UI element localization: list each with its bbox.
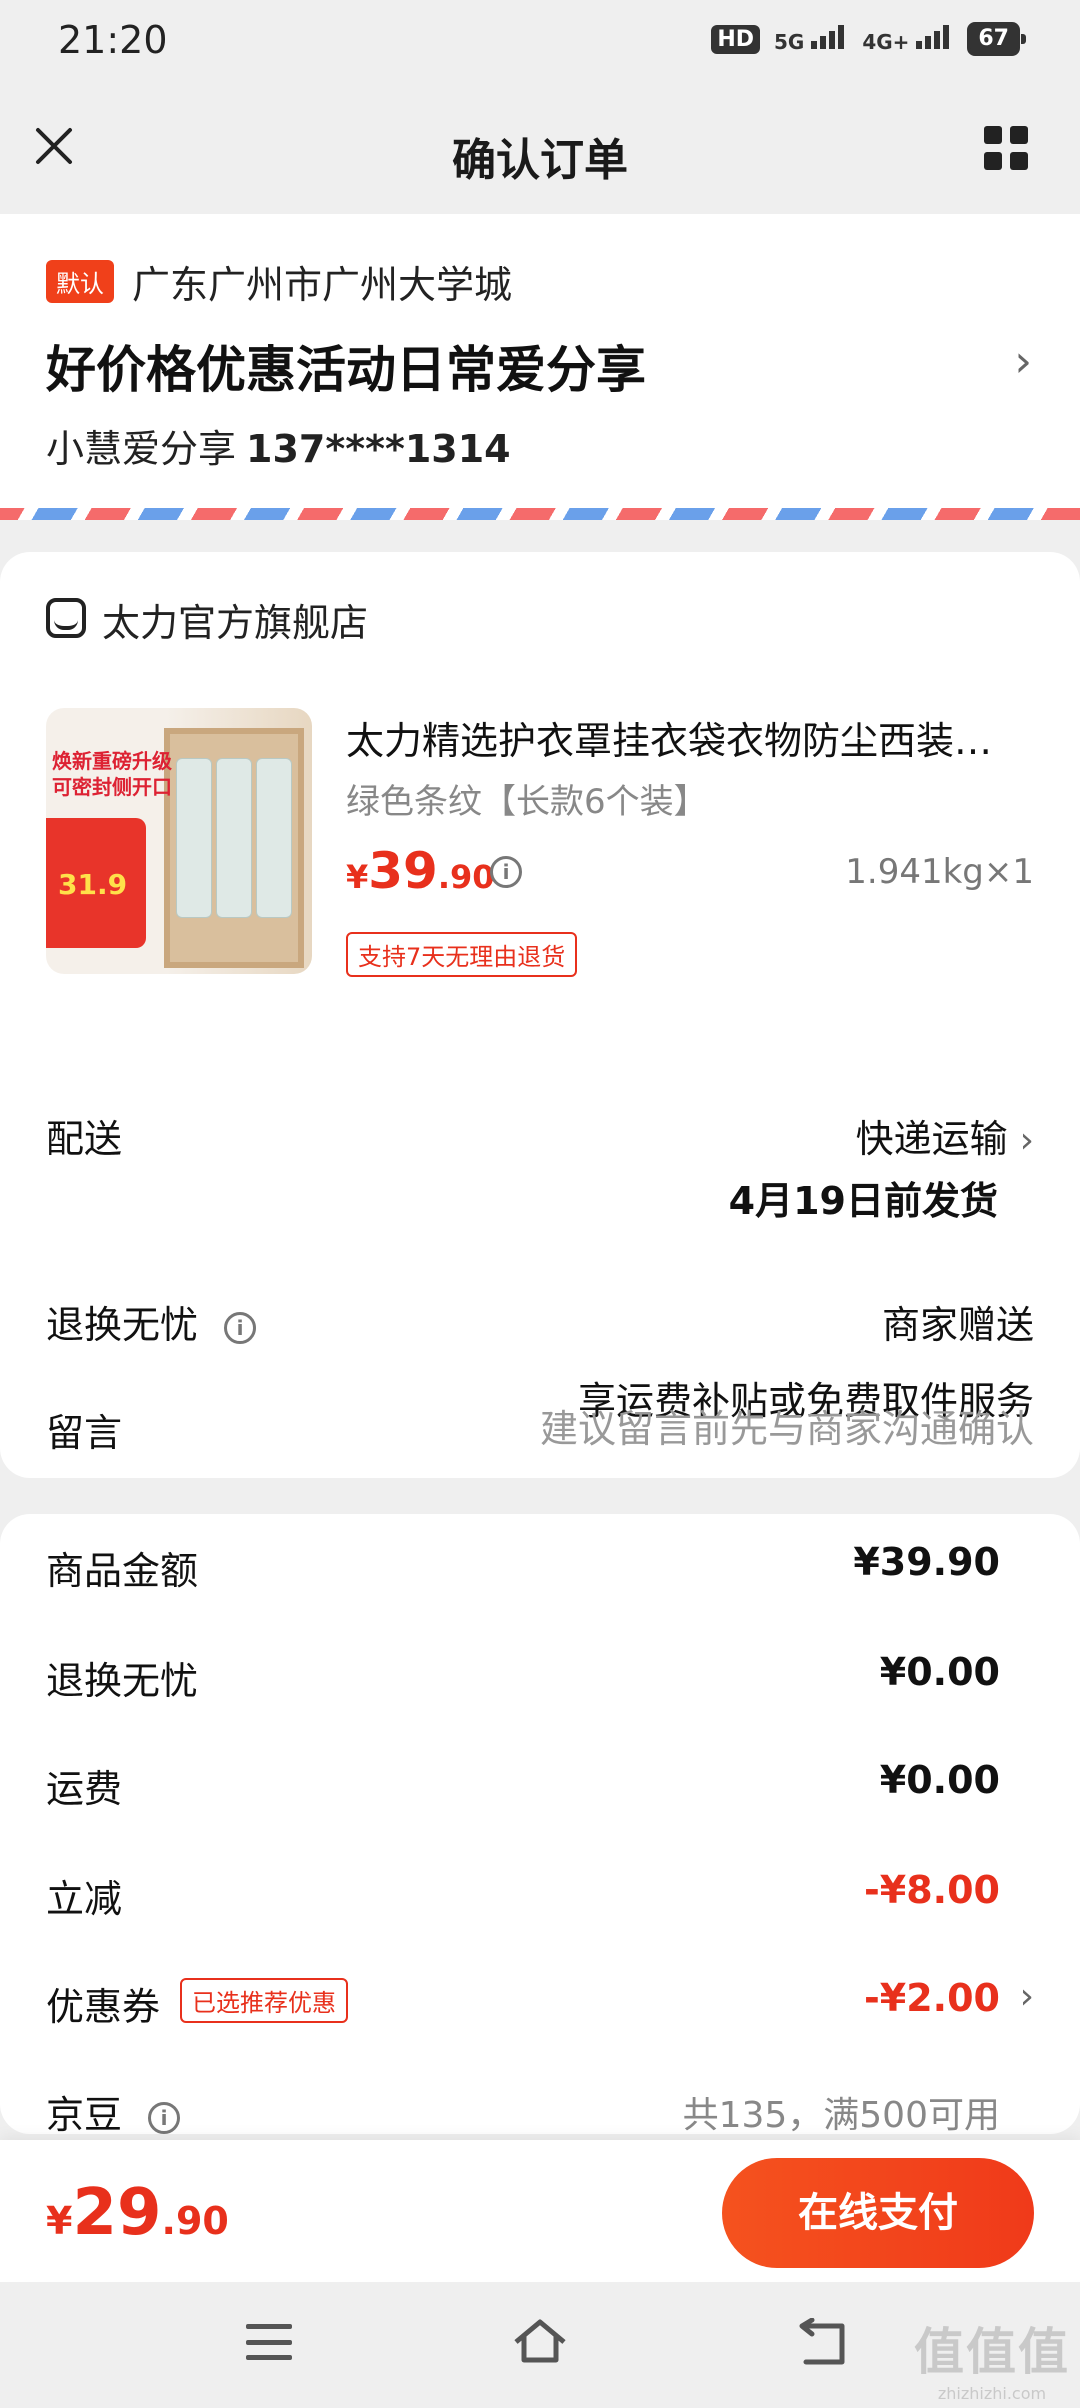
- back-icon[interactable]: [798, 2318, 850, 2366]
- pay-online-button[interactable]: 在线支付: [722, 2158, 1034, 2268]
- system-nav-bar: 值值值 zhizhizhi.com: [0, 2282, 1080, 2408]
- grid-icon[interactable]: [984, 126, 1028, 170]
- address-detail: 好价格优惠活动日常爱分享: [46, 341, 646, 399]
- price-summary-card: 商品金额 ¥39.90 退换无忧 ¥0.00 运费 ¥0.00 立减 -¥8.0…: [0, 1514, 1080, 2137]
- product-weight-qty: 1.941kg×1: [845, 852, 1034, 892]
- return-policy-tag: 支持7天无理由退货: [346, 932, 578, 977]
- price-info-icon[interactable]: i: [490, 856, 522, 888]
- summary-row-label: 商品金额: [46, 1549, 199, 1593]
- 5g-signal-icon: 5G: [774, 24, 848, 54]
- message-input[interactable]: 建议留言前先与商家沟通确认: [540, 1398, 1034, 1453]
- address-region: 广东广州市广州大学城: [132, 263, 513, 307]
- summary-row-label: 运费: [46, 1767, 123, 1811]
- delivery-label: 配送: [46, 1117, 123, 1161]
- store-icon: [46, 598, 86, 638]
- thumb-price: 31.9: [58, 868, 128, 901]
- hd-icon: HD: [711, 24, 760, 54]
- net2-label: 4G+: [862, 29, 910, 54]
- product-price: ¥39.90: [346, 842, 495, 900]
- ship-date: 4月19日前发货: [728, 1179, 998, 1223]
- home-icon[interactable]: [512, 2316, 568, 2366]
- coupon-label[interactable]: 优惠券: [46, 1976, 160, 2031]
- product-spec[interactable]: 绿色条纹【长款6个装】: [346, 774, 708, 823]
- airmail-stripe: [0, 508, 1080, 520]
- contact-name: 小慧爱分享: [46, 427, 237, 471]
- chevron-right-icon[interactable]: ›: [1020, 1976, 1034, 2017]
- message-label: 留言: [46, 1411, 123, 1455]
- thumb-promo-text: 焕新重磅升级 可密封侧开口: [52, 749, 172, 799]
- page-header: 确认订单: [0, 86, 1080, 214]
- summary-row-label: 立减: [46, 1877, 123, 1921]
- battery-icon: 67: [967, 22, 1026, 56]
- return-worry-value: 商家赠送: [881, 1303, 1034, 1347]
- default-tag: 默认: [46, 260, 114, 303]
- pay-bar: ¥29.90 在线支付: [0, 2140, 1080, 2282]
- status-time: 21:20: [58, 18, 168, 62]
- menu-icon[interactable]: [246, 2324, 292, 2360]
- page-title: 确认订单: [452, 135, 628, 186]
- return-worry-label: 退换无忧 i: [46, 1294, 257, 1349]
- contact-phone: 137****1314: [246, 427, 511, 471]
- chevron-right-icon: ›: [1019, 1120, 1034, 1161]
- 4g-signal-icon: 4G+: [862, 24, 953, 54]
- total-price: ¥29.90: [46, 2176, 229, 2250]
- info-icon[interactable]: i: [148, 2101, 181, 2134]
- status-icons: HD 5G 4G+ 67: [711, 22, 1026, 56]
- summary-row-value: ¥0.00: [879, 1650, 1000, 1694]
- store-card: 太力官方旗舰店 焕新重磅升级 可密封侧开口 31.9 太力精选护衣罩挂衣袋衣物防…: [0, 552, 1080, 1478]
- summary-row-value: ¥39.90: [853, 1540, 1000, 1584]
- address-card[interactable]: 默认 广东广州市广州大学城 好价格优惠活动日常爱分享 › 小慧爱分享 137***…: [0, 214, 1080, 520]
- delivery-method[interactable]: 快递运输 ›: [856, 1108, 1034, 1163]
- address-contact: 小慧爱分享 137****1314: [46, 418, 511, 473]
- status-bar: 21:20 HD 5G 4G+ 67: [0, 0, 1080, 86]
- discount-value: -¥8.00: [864, 1868, 1000, 1912]
- net1-label: 5G: [774, 29, 805, 54]
- jd-bean-label: 京豆 i: [46, 2084, 181, 2139]
- product-thumbnail[interactable]: 焕新重磅升级 可密封侧开口 31.9: [46, 708, 312, 974]
- chevron-right-icon[interactable]: ›: [1014, 336, 1032, 387]
- product-title[interactable]: 太力精选护衣罩挂衣袋衣物防尘西装…: [346, 710, 1036, 765]
- store-name[interactable]: 太力官方旗舰店: [102, 592, 368, 647]
- coupon-value[interactable]: -¥2.00: [864, 1976, 1000, 2020]
- summary-row-value: ¥0.00: [879, 1758, 1000, 1802]
- coupon-tag: 已选推荐优惠: [180, 1978, 348, 2023]
- info-icon[interactable]: i: [224, 1311, 257, 1344]
- watermark: 值值值 zhizhizhi.com: [914, 2323, 1070, 2403]
- summary-row-label: 退换无忧: [46, 1659, 199, 1703]
- jd-bean-note: 共135，满500可用: [682, 2095, 1000, 2136]
